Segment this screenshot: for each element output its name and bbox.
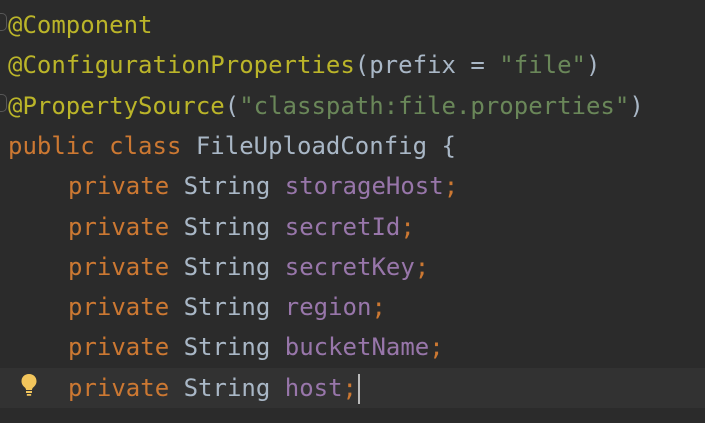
token-field: secretKey [284, 252, 415, 281]
token-string: "classpath:file.properties" [239, 91, 630, 120]
code-line[interactable]: private String host; [0, 367, 705, 408]
token-semicolon: ; [371, 293, 386, 322]
token-punct: ( [224, 91, 240, 120]
token-annotation: @ConfigurationProperties [8, 51, 355, 80]
token-type: String [169, 172, 285, 201]
code-text: @Component [8, 5, 153, 45]
token-semicolon: ; [429, 333, 444, 362]
token-semicolon: ; [414, 252, 430, 281]
lightbulb-icon[interactable] [20, 373, 38, 397]
token-semicolon: ; [342, 373, 357, 402]
code-line[interactable]: @Component [0, 5, 705, 45]
token-keyword: private [68, 373, 170, 402]
fold-marker-icon[interactable] [0, 13, 7, 31]
token-annotation: @PropertySource [8, 91, 225, 120]
code-text: public class FileUploadConfig { [8, 126, 456, 166]
token-field: storageHost [284, 172, 444, 201]
token-field: host [284, 373, 343, 402]
token-string: "file" [499, 51, 586, 80]
token-keyword: private [68, 172, 170, 201]
token-type: String [169, 333, 285, 362]
token-keyword: public [8, 131, 95, 160]
token-punct: = [455, 51, 500, 80]
token-punct: ( [354, 51, 370, 80]
token-ident: FileUploadConfig { [181, 131, 456, 160]
code-line[interactable]: @PropertySource("classpath:file.properti… [0, 86, 705, 126]
token-semicolon: ; [400, 212, 415, 241]
code-line[interactable]: private String bucketName; [0, 327, 705, 367]
token-semicolon: ; [443, 172, 459, 201]
token-punct: ) [586, 51, 601, 80]
token-type: String [169, 293, 285, 322]
token-keyword: private [68, 252, 170, 281]
code-text: private String secretKey; [68, 247, 429, 287]
code-line[interactable]: @ConfigurationProperties(prefix = "file"… [0, 45, 705, 85]
code-text: private String storageHost; [68, 166, 458, 206]
token-type: String [169, 373, 285, 402]
token-punct [95, 132, 109, 160]
code-text: private String secretId; [68, 207, 415, 247]
token-ident: prefix [369, 51, 456, 80]
code-text: @ConfigurationProperties(prefix = "file"… [8, 45, 600, 85]
token-keyword: private [68, 293, 170, 322]
token-punct: ) [629, 91, 644, 120]
code-line[interactable]: private String secretKey; [0, 247, 705, 287]
token-keyword: private [68, 212, 170, 241]
code-line[interactable]: public class FileUploadConfig { [0, 126, 705, 166]
token-keyword: class [109, 131, 182, 160]
token-type: String [169, 212, 285, 241]
code-editor[interactable]: @Component @ConfigurationProperties(prefi… [0, 0, 705, 423]
code-text: private String region; [68, 287, 386, 327]
code-text: private String host; [68, 368, 360, 408]
token-type: String [169, 252, 285, 281]
token-field: region [284, 293, 372, 322]
token-field: bucketName [284, 333, 430, 362]
token-keyword: private [68, 333, 170, 362]
code-line[interactable]: private String secretId; [0, 207, 705, 247]
fold-marker-icon[interactable] [0, 94, 7, 112]
token-annotation: @Component [8, 11, 153, 39]
code-text: @PropertySource("classpath:file.properti… [8, 86, 644, 126]
text-caret [358, 373, 360, 404]
code-text: private String bucketName; [68, 327, 444, 367]
code-line[interactable]: private String storageHost; [0, 166, 705, 206]
token-field: secretId [284, 212, 401, 241]
code-line[interactable]: private String region; [0, 287, 705, 327]
